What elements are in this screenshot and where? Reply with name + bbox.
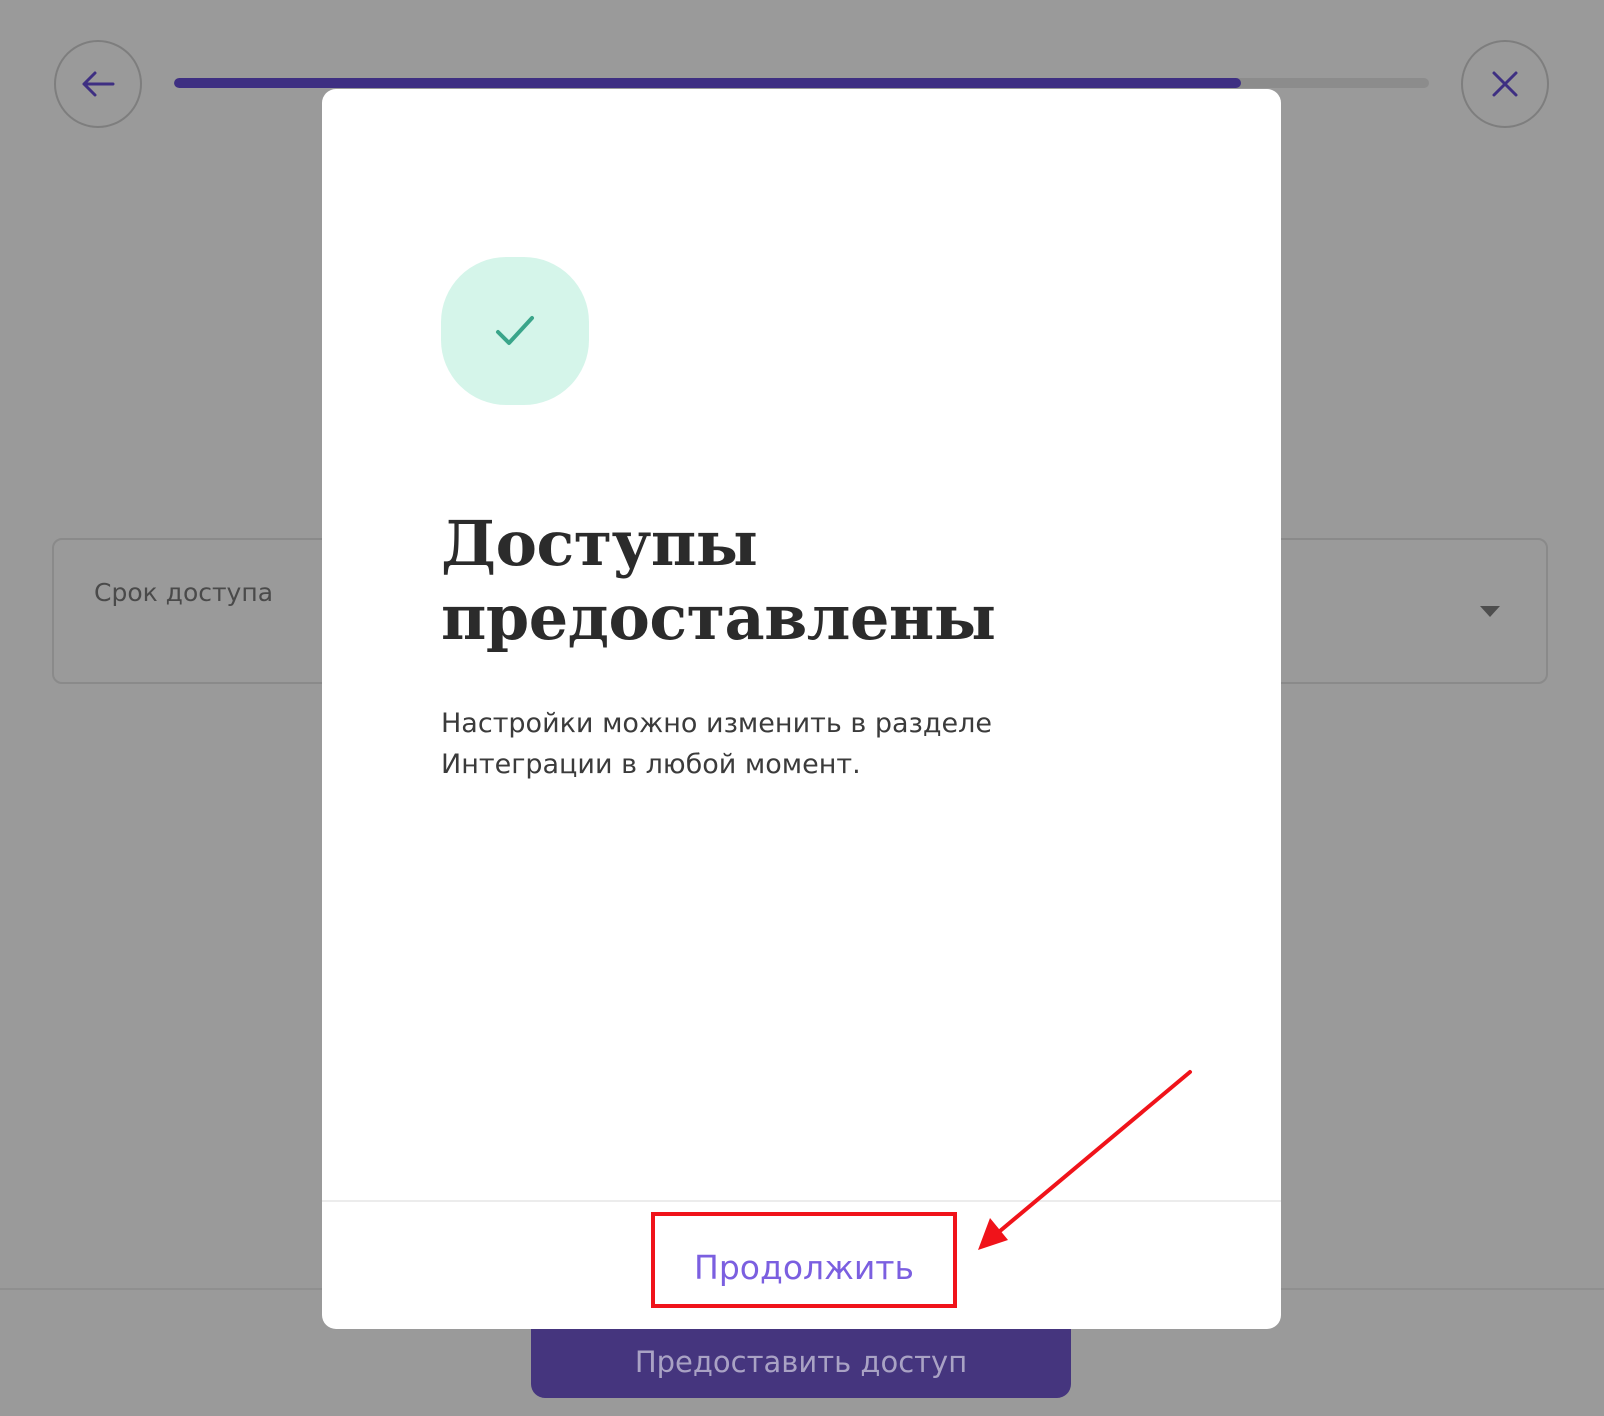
grant-access-button[interactable]: Предоставить доступ (531, 1326, 1071, 1398)
modal-description: Настройки можно изменить в разделе Интег… (441, 703, 1161, 785)
progress-bar (174, 78, 1429, 88)
chevron-down-icon (1480, 606, 1500, 617)
checkmark-icon (496, 316, 534, 345)
continue-button[interactable]: Продолжить (651, 1212, 957, 1308)
close-button[interactable] (1461, 40, 1549, 128)
modal-title-line: Доступы (441, 507, 758, 580)
modal-footer-divider (322, 1200, 1281, 1202)
modal-title: Доступы предоставлены (441, 507, 1201, 655)
success-modal: Доступы предоставлены Настройки можно из… (322, 89, 1281, 1329)
progress-bar-fill (174, 78, 1241, 88)
access-term-label: Срок доступа (94, 578, 274, 607)
arrow-left-icon (82, 71, 115, 97)
close-icon (1492, 71, 1518, 97)
back-button[interactable] (54, 40, 142, 128)
modal-description-line: Настройки можно изменить в разделе (441, 708, 993, 739)
modal-description-line: Интеграции в любой момент. (441, 749, 861, 780)
modal-title-line: предоставлены (441, 581, 996, 654)
success-badge (441, 257, 589, 405)
